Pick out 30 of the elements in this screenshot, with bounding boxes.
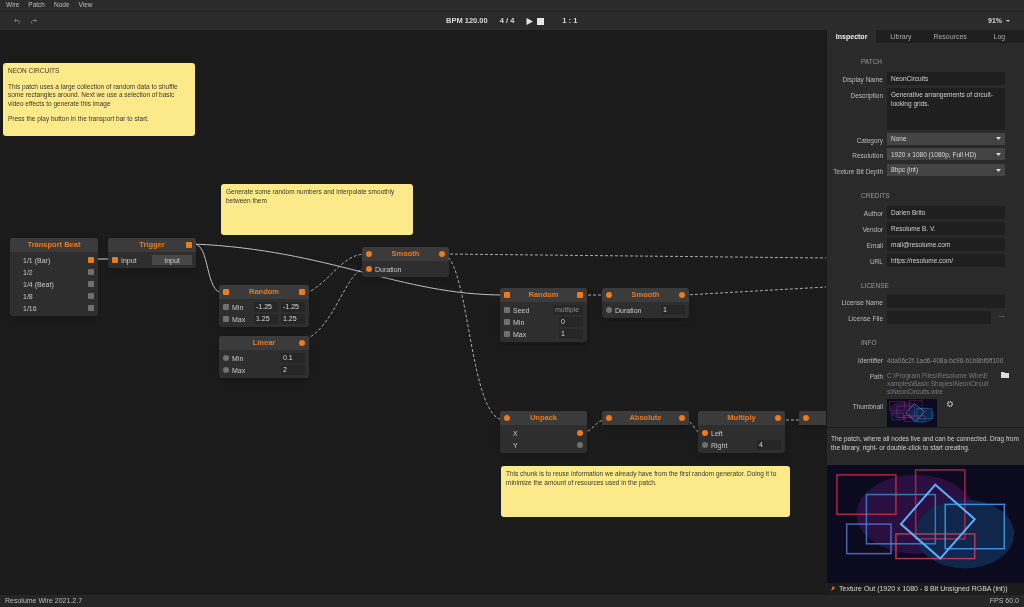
port[interactable] (702, 442, 708, 448)
port[interactable] (606, 292, 612, 298)
folder-icon[interactable] (1001, 371, 1009, 378)
port[interactable] (679, 415, 685, 421)
port[interactable] (223, 355, 229, 361)
port[interactable] (803, 415, 809, 421)
port[interactable] (366, 251, 372, 257)
port[interactable] (606, 307, 612, 313)
play-icon[interactable] (526, 17, 534, 25)
texture-icon (830, 586, 836, 592)
gear-icon[interactable] (947, 400, 953, 407)
port[interactable] (577, 442, 583, 448)
port[interactable] (606, 415, 612, 421)
undo-icon[interactable] (14, 18, 21, 24)
port[interactable] (679, 292, 685, 298)
port[interactable] (504, 415, 510, 421)
redo-icon[interactable] (30, 18, 37, 24)
port[interactable] (223, 367, 229, 373)
sticky-note[interactable] (3, 63, 195, 136)
caret-icon (996, 137, 1001, 141)
caret-icon (996, 152, 1001, 156)
stop-icon[interactable] (537, 17, 545, 25)
port[interactable] (775, 415, 781, 421)
port[interactable] (299, 340, 305, 346)
port[interactable] (366, 266, 372, 272)
caret-icon (996, 168, 1001, 172)
port[interactable] (702, 430, 708, 436)
port[interactable] (439, 251, 445, 257)
port[interactable] (577, 430, 583, 436)
caret-icon[interactable] (1006, 20, 1010, 22)
